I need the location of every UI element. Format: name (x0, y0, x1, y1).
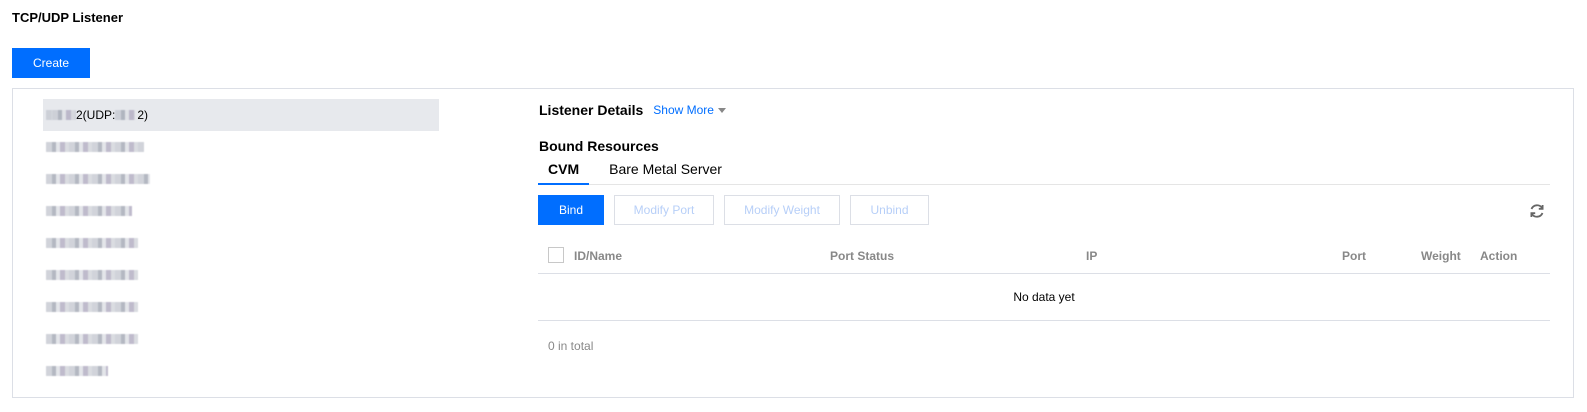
select-all-checkbox[interactable] (548, 247, 564, 263)
empty-row: No data yet (538, 274, 1550, 321)
modify-weight-button[interactable]: Modify Weight (724, 195, 840, 225)
column-ip: IP (1086, 249, 1098, 263)
listener-item[interactable]: 2(UDP: 2) (43, 99, 439, 131)
modify-port-button[interactable]: Modify Port (614, 195, 714, 225)
listener-label-part: 2) (137, 108, 149, 122)
bound-resources-title: Bound Resources (539, 138, 659, 154)
listener-label-part: 2(UDP: (76, 108, 116, 122)
tab-bare-metal-server[interactable]: Bare Metal Server (599, 159, 732, 185)
column-weight: Weight (1421, 249, 1461, 263)
tab-cvm[interactable]: CVM (538, 159, 590, 185)
redacted-text (46, 366, 108, 376)
listener-item[interactable] (43, 355, 439, 387)
redacted-text (46, 174, 150, 184)
listener-item[interactable] (43, 291, 439, 323)
action-toolbar: Bind Modify Port Modify Weight Unbind (538, 195, 939, 225)
redacted-text (46, 270, 138, 280)
redacted-text (46, 142, 144, 152)
table-header: ID/Name Port Status IP Port Weight Actio… (538, 238, 1550, 274)
column-action: Action (1480, 249, 1518, 263)
column-id-name: ID/Name (574, 249, 623, 263)
show-more-link[interactable]: Show More (653, 103, 726, 117)
redacted-text (46, 302, 138, 312)
listener-item[interactable] (43, 323, 439, 355)
listener-list: 2(UDP: 2) (43, 99, 439, 387)
listener-item[interactable] (43, 259, 439, 291)
caret-down-icon (717, 107, 726, 113)
redacted-text (46, 206, 132, 216)
listener-item[interactable] (43, 131, 439, 163)
resource-tabs: CVM Bare Metal Server (538, 159, 1550, 185)
unbind-button[interactable]: Unbind (850, 195, 929, 225)
bound-resources-table: ID/Name Port Status IP Port Weight Actio… (538, 238, 1550, 321)
bind-button[interactable]: Bind (538, 195, 604, 225)
listener-item[interactable] (43, 227, 439, 259)
listener-item[interactable] (43, 163, 439, 195)
redacted-text (46, 238, 138, 248)
redacted-text (115, 110, 136, 120)
page-title: TCP/UDP Listener (12, 10, 124, 25)
details-title: Listener Details (539, 102, 644, 118)
column-port-status: Port Status (830, 249, 895, 263)
details-header: Listener Details Show More (539, 102, 726, 118)
listener-panel: 2(UDP: 2) Listener Details Show More Bou… (12, 88, 1574, 398)
listener-details: Listener Details Show More Bound Resourc… (538, 89, 1573, 397)
column-port: Port (1342, 249, 1366, 263)
listener-item[interactable] (43, 195, 439, 227)
show-more-label: Show More (653, 103, 714, 117)
create-button[interactable]: Create (12, 48, 90, 78)
refresh-icon[interactable] (1528, 202, 1546, 220)
redacted-text (46, 334, 138, 344)
redacted-text (52, 110, 76, 120)
total-count: 0 in total (548, 339, 594, 353)
